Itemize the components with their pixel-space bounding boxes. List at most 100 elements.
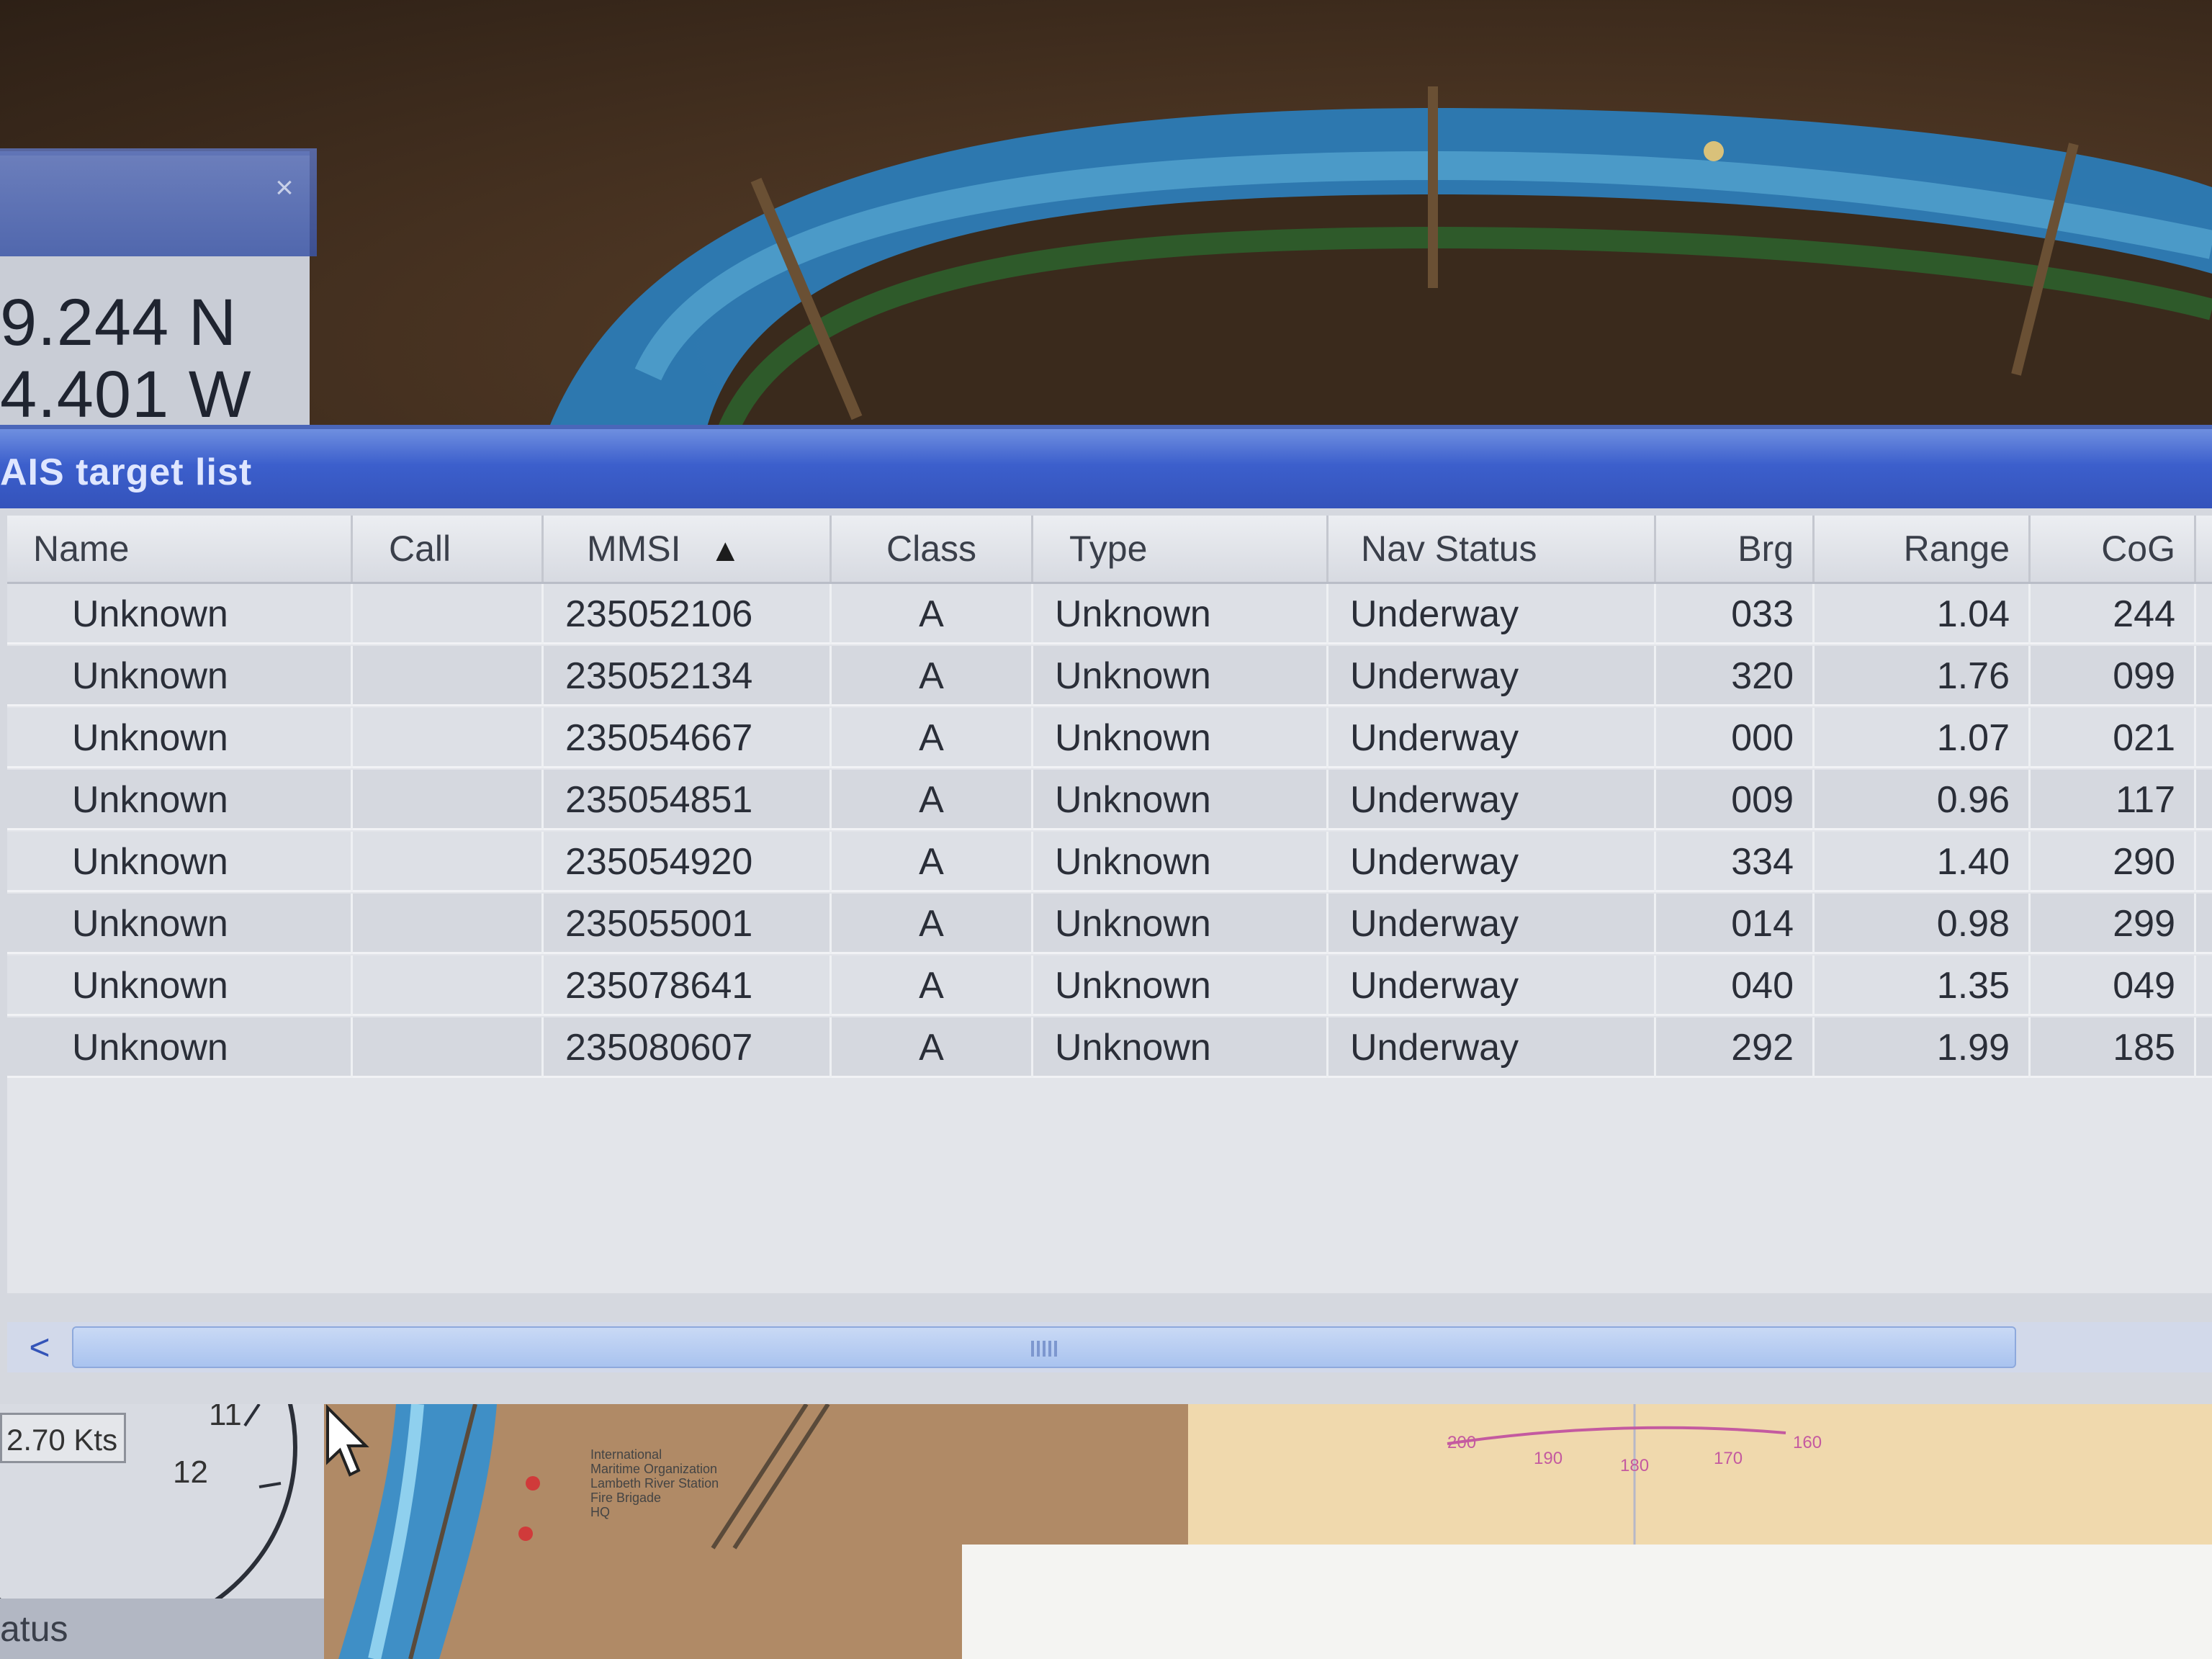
cell-mmsi: 235052134 bbox=[544, 646, 832, 706]
cell-nav-status: Underway bbox=[1328, 646, 1656, 706]
compass-label-160: 160 bbox=[1793, 1433, 1822, 1452]
cell-brg: 320 bbox=[1656, 646, 1815, 706]
column-header-name[interactable]: Name bbox=[7, 516, 353, 582]
cell-range: 1.35 bbox=[1815, 956, 2031, 1016]
column-header-class[interactable]: Class bbox=[832, 516, 1033, 582]
table-row[interactable]: Unknown 235055001 A Unknown Underway 014 0.98 2… bbox=[7, 894, 2212, 954]
cell-call bbox=[353, 770, 544, 830]
cell-cog: 299 bbox=[2031, 894, 2196, 954]
scroll-left-arrow-icon[interactable]: < bbox=[7, 1322, 72, 1372]
cell-class: A bbox=[832, 584, 1033, 644]
cell-nav-status: Underway bbox=[1328, 894, 1656, 954]
cell-class: A bbox=[832, 956, 1033, 1016]
cell-class: A bbox=[832, 770, 1033, 830]
cell-nav-status: Underway bbox=[1328, 956, 1656, 1016]
map-label-hq: HQ bbox=[590, 1505, 610, 1519]
cell-mmsi: 235055001 bbox=[544, 894, 832, 954]
cell-nav-status: Underway bbox=[1328, 1017, 1656, 1078]
compass-label-200: 200 bbox=[1447, 1433, 1477, 1452]
cell-name: Unknown bbox=[7, 646, 353, 706]
cell-class: A bbox=[832, 646, 1033, 706]
cell-mmsi: 235078641 bbox=[544, 956, 832, 1016]
cell-type: Unknown bbox=[1033, 584, 1328, 644]
column-header-brg[interactable]: Brg bbox=[1656, 516, 1815, 582]
nautical-chart-top bbox=[547, 86, 2212, 432]
cell-brg: 000 bbox=[1656, 708, 1815, 768]
cell-class: A bbox=[832, 708, 1033, 768]
cell-call bbox=[353, 894, 544, 954]
table-row[interactable]: Unknown 235080607 A Unknown Underway 292 1.99 1… bbox=[7, 1017, 2212, 1078]
cell-call bbox=[353, 584, 544, 644]
column-header-mmsi[interactable]: MMSI ▲ bbox=[544, 516, 832, 582]
latitude-readout: 9.244 N bbox=[0, 286, 238, 359]
map-label-imo-2: Maritime Organization bbox=[590, 1462, 718, 1476]
ais-target-list-window: AIS target list Name Call MMSI ▲ Class Ty… bbox=[0, 425, 2212, 1408]
cell-brg: 033 bbox=[1656, 584, 1815, 644]
cell-type: Unknown bbox=[1033, 956, 1328, 1016]
column-header-call[interactable]: Call bbox=[353, 516, 544, 582]
cell-nav-status: Underway bbox=[1328, 708, 1656, 768]
cell-cog: 049 bbox=[2031, 956, 2196, 1016]
column-header-type[interactable]: Type bbox=[1033, 516, 1328, 582]
cell-range: 1.40 bbox=[1815, 832, 2031, 892]
chart-bottom-area[interactable]: 2.70 Kts 11 12 atus International Mariti… bbox=[0, 1404, 2212, 1659]
cell-class: A bbox=[832, 1017, 1033, 1078]
column-header-range[interactable]: Range bbox=[1815, 516, 2031, 582]
table-row[interactable]: Unknown 235052134 A Unknown Underway 320 1.76 0… bbox=[7, 646, 2212, 706]
longitude-readout: 4.401 W bbox=[0, 358, 252, 431]
cell-cog: 185 bbox=[2031, 1017, 2196, 1078]
compass-label-190: 190 bbox=[1534, 1449, 1563, 1468]
horizontal-scrollbar[interactable]: < bbox=[7, 1322, 2212, 1372]
map-label-lambeth: Lambeth River Station bbox=[590, 1476, 719, 1491]
cell-call bbox=[353, 956, 544, 1016]
table-row[interactable]: Unknown 235078641 A Unknown Underway 040 1.35 0… bbox=[7, 956, 2212, 1016]
cell-type: Unknown bbox=[1033, 894, 1328, 954]
cell-brg: 040 bbox=[1656, 956, 1815, 1016]
close-icon[interactable]: × bbox=[266, 170, 302, 206]
cell-name: Unknown bbox=[7, 584, 353, 644]
mouse-cursor-icon bbox=[326, 1404, 369, 1477]
status-tab[interactable]: atus bbox=[0, 1599, 324, 1659]
dial-number-12: 12 bbox=[173, 1455, 208, 1490]
cell-name: Unknown bbox=[7, 708, 353, 768]
window-title-bar[interactable]: AIS target list bbox=[0, 429, 2212, 508]
cell-name: Unknown bbox=[7, 770, 353, 830]
cell-type: Unknown bbox=[1033, 832, 1328, 892]
cell-range: 0.98 bbox=[1815, 894, 2031, 954]
cell-call bbox=[353, 1017, 544, 1078]
cell-mmsi: 235054851 bbox=[544, 770, 832, 830]
cell-call bbox=[353, 708, 544, 768]
cell-type: Unknown bbox=[1033, 1017, 1328, 1078]
column-header-mmsi-label: MMSI bbox=[587, 529, 681, 569]
cell-range: 1.04 bbox=[1815, 584, 2031, 644]
cell-brg: 009 bbox=[1656, 770, 1815, 830]
cell-name: Unknown bbox=[7, 956, 353, 1016]
cell-nav-status: Underway bbox=[1328, 770, 1656, 830]
column-header-nav-status[interactable]: Nav Status bbox=[1328, 516, 1656, 582]
cell-brg: 334 bbox=[1656, 832, 1815, 892]
cell-cog: 290 bbox=[2031, 832, 2196, 892]
table-row[interactable]: Unknown 235054667 A Unknown Underway 000 1.07 0… bbox=[7, 708, 2212, 768]
table-row[interactable]: Unknown 235054851 A Unknown Underway 009 0.96 1… bbox=[7, 770, 2212, 830]
position-panel: × 9.244 N 4.401 W bbox=[0, 148, 317, 432]
compass-label-180: 180 bbox=[1620, 1456, 1650, 1475]
column-header-cog[interactable]: CoG bbox=[2031, 516, 2196, 582]
chart-top-area[interactable]: × 9.244 N 4.401 W bbox=[0, 0, 2212, 432]
map-label-group: International Maritime Organization Lamb… bbox=[590, 1447, 719, 1519]
speed-panel: 2.70 Kts 11 12 atus bbox=[0, 1404, 324, 1659]
table-row[interactable]: Unknown 235054920 A Unknown Underway 334 1.40 2… bbox=[7, 832, 2212, 892]
sort-ascending-icon: ▲ bbox=[709, 533, 742, 568]
cell-cog: 099 bbox=[2031, 646, 2196, 706]
compass-label-170: 170 bbox=[1714, 1449, 1743, 1468]
table-row[interactable]: Unknown 235052106 A Unknown Underway 033 1.04 2… bbox=[7, 584, 2212, 644]
cell-name: Unknown bbox=[7, 894, 353, 954]
blank-panel bbox=[962, 1545, 2212, 1659]
cell-name: Unknown bbox=[7, 1017, 353, 1078]
cell-mmsi: 235052106 bbox=[544, 584, 832, 644]
cell-name: Unknown bbox=[7, 832, 353, 892]
cell-type: Unknown bbox=[1033, 646, 1328, 706]
cell-nav-status: Underway bbox=[1328, 584, 1656, 644]
cell-brg: 014 bbox=[1656, 894, 1815, 954]
map-label-imo: International bbox=[590, 1447, 662, 1462]
scrollbar-thumb[interactable] bbox=[72, 1326, 2016, 1368]
